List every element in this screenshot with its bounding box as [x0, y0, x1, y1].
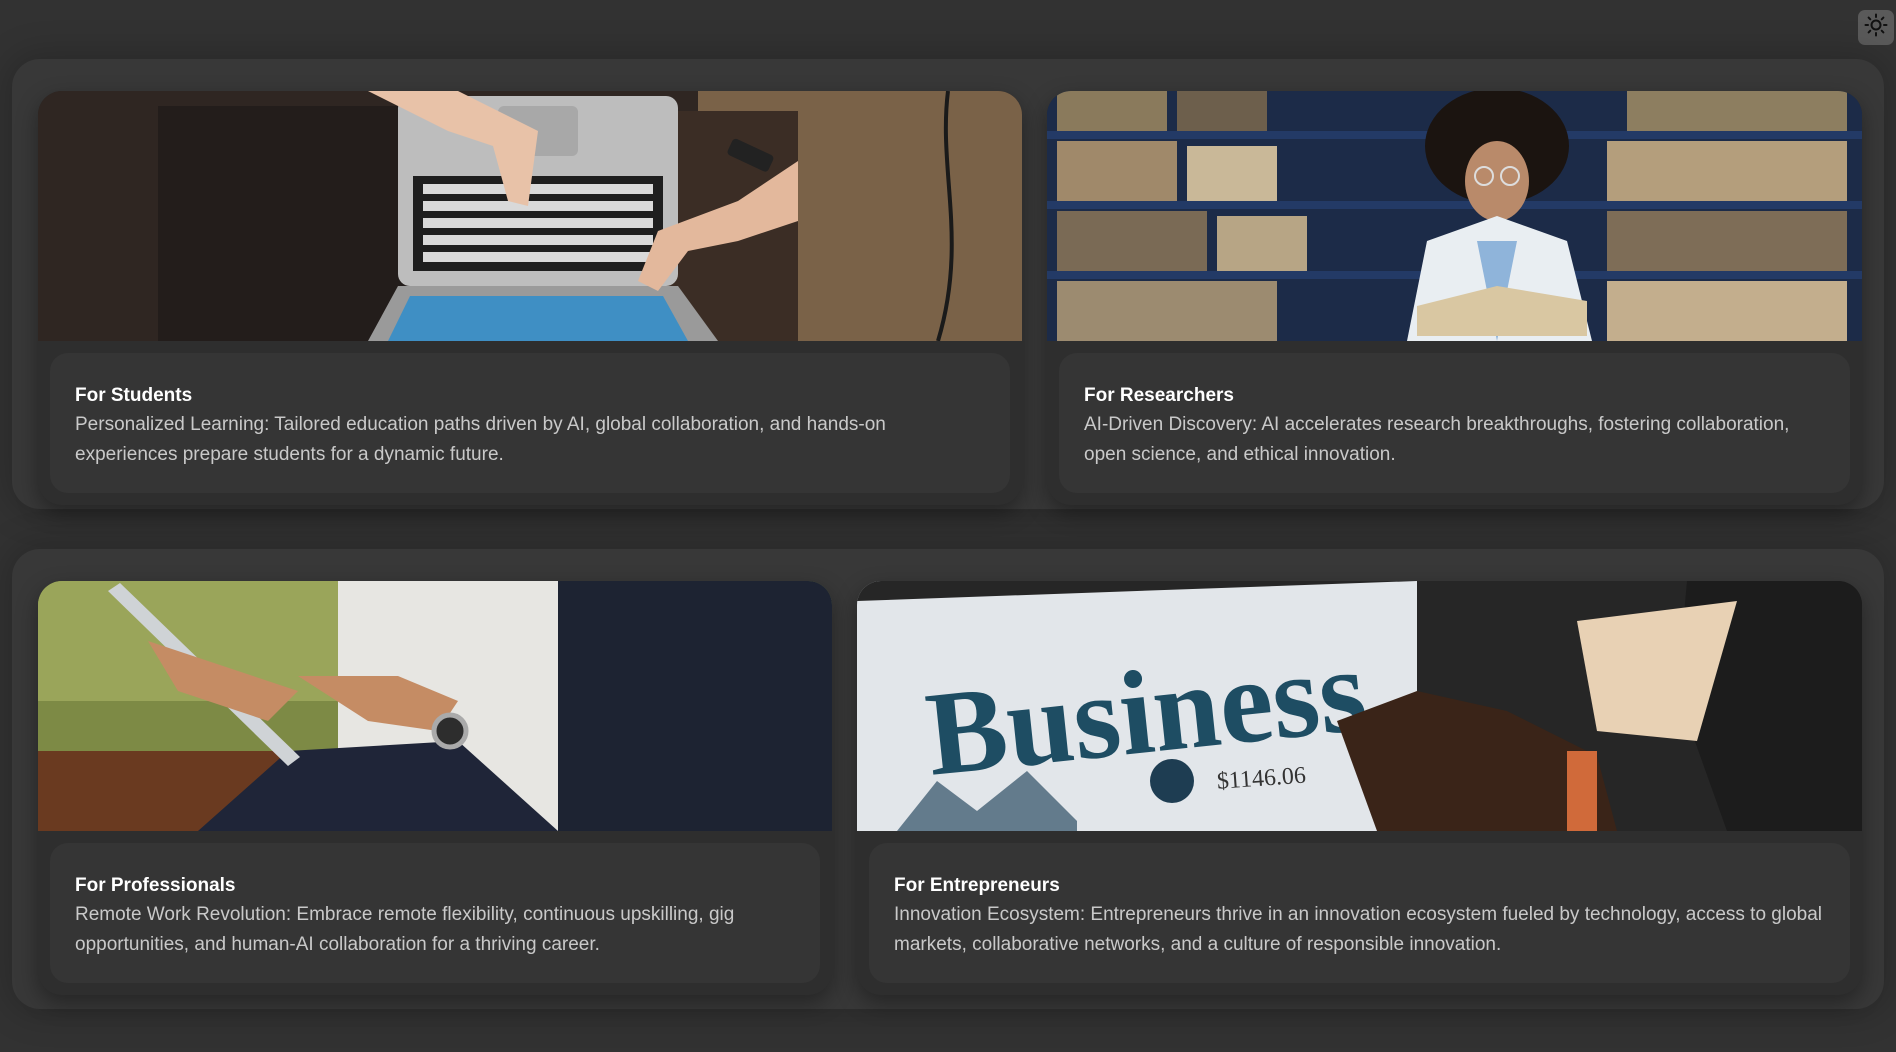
- professionals-image: [38, 581, 832, 831]
- students-image: [38, 91, 1022, 341]
- card-students[interactable]: For Students Personalized Learning: Tail…: [38, 91, 1022, 505]
- card-title: For Students: [75, 385, 193, 406]
- card-description: Personalized Learning: Tailored educatio…: [75, 414, 886, 465]
- cards-row-top: For Students Personalized Learning: Tail…: [0, 59, 1896, 509]
- entrepreneurs-image: Business $1146.06: [857, 581, 1862, 831]
- card-description: Innovation Ecosystem: Entrepreneurs thri…: [894, 904, 1823, 955]
- card-description: Remote Work Revolution: Embrace remote f…: [75, 904, 735, 955]
- cards-row-bottom: For Professionals Remote Work Revolution…: [0, 549, 1896, 1009]
- card-entrepreneurs[interactable]: Business $1146.06 For Entrepreneurs Inno…: [857, 581, 1862, 995]
- card-title: For Entrepreneurs: [894, 875, 1060, 896]
- theme-toggle-button[interactable]: [1858, 10, 1894, 45]
- card-description: AI-Driven Discovery: AI accelerates rese…: [1084, 414, 1790, 465]
- card-professionals[interactable]: For Professionals Remote Work Revolution…: [38, 581, 832, 995]
- researchers-image: [1047, 91, 1862, 341]
- sun-icon: [1864, 13, 1888, 42]
- card-title: For Professionals: [75, 875, 236, 896]
- card-researchers[interactable]: For Researchers AI-Driven Discovery: AI …: [1047, 91, 1862, 505]
- card-title: For Researchers: [1084, 385, 1234, 406]
- researchers-card-body: For Researchers AI-Driven Discovery: AI …: [1059, 353, 1850, 493]
- professionals-card-body: For Professionals Remote Work Revolution…: [50, 843, 820, 983]
- students-card-body: For Students Personalized Learning: Tail…: [50, 353, 1010, 493]
- entrepreneurs-card-body: For Entrepreneurs Innovation Ecosystem: …: [869, 843, 1850, 983]
